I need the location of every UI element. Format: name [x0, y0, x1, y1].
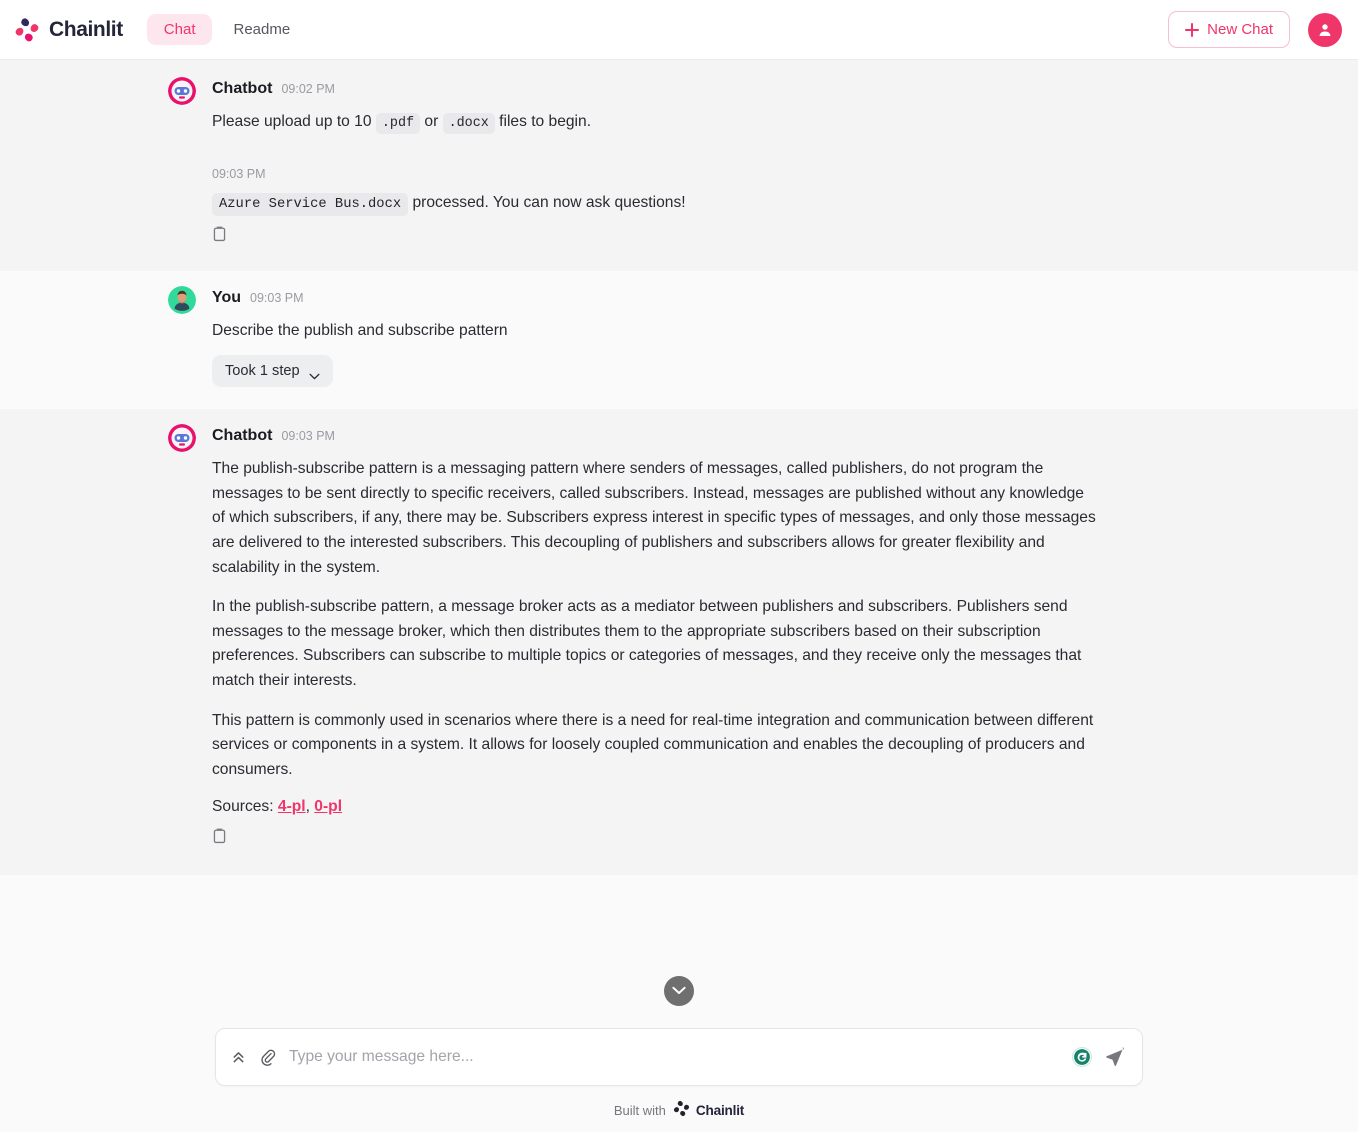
tab-readme[interactable]: Readme	[216, 14, 307, 45]
person-avatar-icon	[168, 286, 196, 315]
message-group-assistant-1: Chatbot 09:02 PM Please upload up to 10 …	[0, 60, 1358, 271]
took-steps-label: Took 1 step	[225, 363, 300, 380]
tab-chat[interactable]: Chat	[146, 14, 213, 45]
message-text: Describe the publish and subscribe patte…	[212, 322, 508, 340]
message-composer[interactable]	[215, 1028, 1143, 1086]
message-author: You	[212, 289, 242, 307]
message-chatbot-answer: Chatbot 09:03 PM The publish-subscribe p…	[168, 424, 1158, 849]
composer-wrapper	[215, 1028, 1143, 1086]
new-chat-button[interactable]: New Chat	[1168, 11, 1290, 48]
chevron-down-icon	[309, 368, 320, 379]
app-header: Chainlit Chat Readme New Chat	[0, 0, 1358, 60]
message-text: Please upload up to 10 .pdf or .docx fil…	[212, 110, 1100, 135]
scroll-to-bottom-button[interactable]	[664, 976, 694, 1006]
message-time: 09:03 PM	[212, 166, 266, 181]
code-chip-filename: Azure Service Bus.docx	[212, 192, 409, 216]
copy-icon[interactable]	[212, 225, 227, 242]
plus-icon	[1185, 22, 1200, 37]
assistant-message-band: Chatbot 09:02 PM Please upload up to 10 …	[0, 60, 1358, 272]
grammarly-icon[interactable]	[1071, 1046, 1093, 1068]
message-author: Chatbot	[212, 427, 273, 445]
chainlit-app: Chainlit Chat Readme New Chat Chatbot 09…	[0, 0, 1358, 1132]
message-author: Chatbot	[212, 80, 273, 97]
robot-avatar-icon	[168, 424, 196, 453]
message-header: Chatbot 09:02 PM	[168, 77, 1158, 105]
chevrons-up-icon[interactable]	[230, 1049, 247, 1066]
copy-icon[interactable]	[212, 827, 227, 844]
message-time: 09:03 PM	[250, 291, 304, 306]
chainlit-logo-icon	[673, 1100, 690, 1120]
user-avatar-icon	[1319, 23, 1331, 36]
new-chat-label: New Chat	[1207, 21, 1273, 38]
header-nav: Chat Readme	[146, 14, 307, 45]
sources-line: Sources: 4-pl, 0-pl	[212, 798, 1158, 816]
conversation-scroll-area[interactable]: Chatbot 09:02 PM Please upload up to 10 …	[0, 60, 1358, 976]
upload-text-middle: or	[424, 113, 439, 130]
took-steps-toggle[interactable]: Took 1 step	[212, 355, 333, 388]
sources-separator: ,	[305, 797, 315, 815]
message-group-user: You 09:03 PM Describe the publish and su…	[0, 271, 1358, 409]
sources-label: Sources:	[212, 797, 274, 815]
source-link-1[interactable]: 4-pl	[278, 798, 306, 815]
chevron-down-circle-icon	[672, 982, 686, 1000]
answer-paragraph-2: In the publish-subscribe pattern, a mess…	[212, 598, 1082, 690]
robot-avatar-icon	[168, 77, 196, 105]
answer-paragraph-1: The publish-subscribe pattern is a messa…	[212, 460, 1096, 576]
brand: Chainlit	[14, 17, 123, 43]
message-file-processed: 09:03 PM Azure Service Bus.docx processe…	[212, 167, 1158, 248]
message-text: Azure Service Bus.docx processed. You ca…	[212, 191, 1100, 216]
header-actions: New Chat	[1168, 11, 1342, 48]
chainlit-logo-icon	[14, 17, 40, 43]
user-avatar-button[interactable]	[1308, 12, 1342, 47]
answer-paragraph-3: This pattern is commonly used in scenari…	[212, 711, 1094, 778]
upload-text-before: Please upload up to 10	[212, 113, 372, 130]
footer-brand[interactable]: Chainlit	[673, 1100, 744, 1120]
assistant-message-band: Chatbot 09:03 PM The publish-subscribe p…	[0, 409, 1358, 875]
code-chip-pdf: .pdf	[375, 113, 421, 134]
message-time: 09:02 PM	[281, 82, 335, 96]
footer-brand-name: Chainlit	[695, 1102, 745, 1118]
footer-built-with-label: Built with	[613, 1102, 666, 1118]
user-message-band: You 09:03 PM Describe the publish and su…	[0, 271, 1358, 410]
composer-area: Built with Chainlit	[0, 976, 1358, 1132]
message-text: The publish-subscribe pattern is a messa…	[212, 457, 1100, 783]
processed-text: processed. You can now ask questions!	[412, 193, 686, 211]
footer: Built with Chainlit	[0, 1086, 1358, 1132]
paperclip-icon[interactable]	[259, 1048, 277, 1066]
message-chatbot-intro: Chatbot 09:02 PM Please upload up to 10 …	[168, 77, 1158, 135]
message-group-assistant-2: Chatbot 09:03 PM The publish-subscribe p…	[0, 409, 1358, 875]
brand-name: Chainlit	[49, 17, 123, 41]
message-time: 09:03 PM	[281, 429, 335, 444]
message-header: You 09:03 PM	[168, 286, 1158, 315]
message-input[interactable]	[289, 1048, 1059, 1066]
upload-text-after: files to begin.	[499, 113, 592, 130]
source-link-2[interactable]: 0-pl	[314, 798, 342, 815]
message-user: You 09:03 PM Describe the publish and su…	[168, 286, 1158, 388]
message-header: Chatbot 09:03 PM	[168, 424, 1158, 453]
send-icon[interactable]	[1105, 1046, 1126, 1068]
code-chip-docx: .docx	[442, 113, 495, 134]
